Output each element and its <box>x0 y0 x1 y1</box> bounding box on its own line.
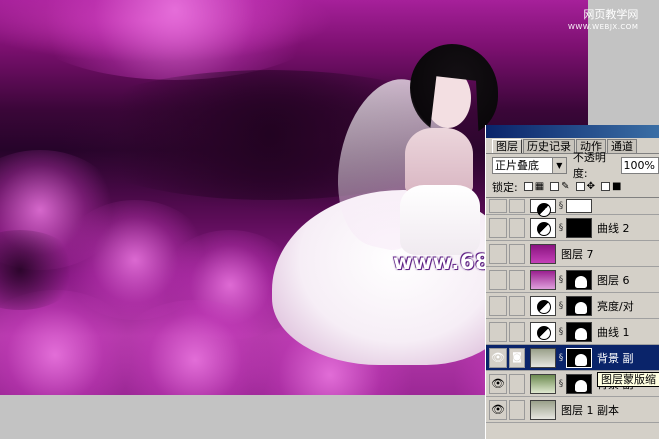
opacity-label: 不透明度: <box>572 151 606 180</box>
site-logo-name: 网页教学网 <box>583 8 639 21</box>
lock-icon: ■ <box>611 181 622 192</box>
layer-row[interactable]: § <box>486 198 659 217</box>
visibility-toggle[interactable] <box>489 295 507 316</box>
mask-edit-icon[interactable]: ◙ <box>509 347 525 368</box>
layer-name: 曲线 1 <box>597 325 630 339</box>
layer-name: 背景 副 <box>597 351 634 365</box>
site-logo: 网页教学网 WWW.WEBJX.COM <box>568 8 638 34</box>
layers-panel: 图层 历史记录 动作 通道 正片叠底 ▼ 不透明度: 100% 锁定: ▦ ✎ … <box>485 125 659 439</box>
chain-icon: § <box>558 201 564 211</box>
visibility-toggle[interactable] <box>489 243 507 264</box>
blend-mode-select[interactable]: 正片叠底 ▼ <box>492 156 567 174</box>
link-toggle[interactable] <box>509 399 525 420</box>
link-toggle[interactable] <box>509 295 525 316</box>
layer-row[interactable]: § 曲线 1 <box>486 319 659 345</box>
panel-titlebar[interactable] <box>486 125 659 138</box>
layer-name: 图层 7 <box>561 247 594 261</box>
layer-thumbnail <box>530 199 556 217</box>
lock-label: 锁定: <box>492 180 518 194</box>
link-toggle[interactable] <box>509 199 525 213</box>
blend-mode-value: 正片叠底 <box>495 159 539 172</box>
tab-layers[interactable]: 图层 <box>492 139 522 153</box>
eye-icon[interactable]: 👁 <box>489 399 507 420</box>
layers-list: § § 曲线 2 图层 7 § 图层 6 § 亮度/对 § 曲线 1 👁 ◙ §… <box>486 198 659 423</box>
brush-icon: ✎ <box>561 181 570 192</box>
layer-thumbnail <box>530 269 556 290</box>
sky-glow <box>10 0 340 80</box>
lock-pixels-checkbox[interactable] <box>550 182 560 191</box>
link-toggle[interactable] <box>509 243 525 264</box>
layer-row[interactable]: § 曲线 2 <box>486 215 659 241</box>
chain-icon: § <box>558 222 564 233</box>
bride-bodice <box>400 185 480 255</box>
tab-history[interactable]: 历史记录 <box>523 139 575 153</box>
layer-mask-thumbnail[interactable] <box>566 321 592 342</box>
layer-mask-thumbnail[interactable] <box>566 269 592 290</box>
visibility-toggle[interactable] <box>489 217 507 238</box>
layer-row[interactable]: § 亮度/对 <box>486 293 659 319</box>
layer-name: 亮度/对 <box>597 299 634 313</box>
layer-name: 曲线 2 <box>597 221 630 235</box>
layer-mask-thumbnail[interactable] <box>566 347 592 368</box>
visibility-toggle[interactable] <box>489 199 507 213</box>
layer-mask-thumbnail[interactable] <box>566 217 592 238</box>
curves-adjustment-icon <box>530 321 556 342</box>
chevron-down-icon[interactable]: ▼ <box>551 157 566 173</box>
layer-name: 图层 1 副本 <box>561 403 619 417</box>
eye-icon[interactable]: 👁 <box>489 347 507 368</box>
opacity-input[interactable]: 100% <box>620 156 659 174</box>
lock-all-checkbox[interactable] <box>600 182 610 191</box>
layer-name: 图层 6 <box>597 273 630 287</box>
layer-mask-thumbnail[interactable] <box>566 199 592 213</box>
link-toggle[interactable] <box>509 217 525 238</box>
link-toggle[interactable] <box>509 269 525 290</box>
checker-icon: ▦ <box>534 181 545 192</box>
layer-thumbnail <box>530 243 556 264</box>
layer-row[interactable]: 图层 7 <box>486 241 659 267</box>
move-icon: ✥ <box>586 181 595 192</box>
eye-icon[interactable]: 👁 <box>489 373 507 394</box>
chain-icon: § <box>558 274 564 285</box>
visibility-toggle[interactable] <box>489 321 507 342</box>
chain-icon: § <box>558 326 564 337</box>
visibility-toggle[interactable] <box>489 269 507 290</box>
lock-transparent-checkbox[interactable] <box>523 182 533 191</box>
blend-controls: 正片叠底 ▼ 不透明度: 100% <box>486 151 659 180</box>
layer-row[interactable]: 👁 图层 1 副本 <box>486 397 659 423</box>
bride-shoulders <box>405 128 473 193</box>
link-toggle[interactable] <box>509 321 525 342</box>
layer-mask-thumbnail[interactable] <box>566 295 592 316</box>
brightness-adjustment-icon <box>530 295 556 316</box>
layer-thumbnail <box>530 399 556 420</box>
chain-icon: § <box>558 300 564 311</box>
layer-row-selected[interactable]: 👁 ◙ § 背景 副 <box>486 345 659 371</box>
layer-mask-thumbnail[interactable] <box>566 373 592 394</box>
lock-position-checkbox[interactable] <box>575 182 585 191</box>
curves-adjustment-icon <box>530 217 556 238</box>
tooltip: 图层蒙版缩 <box>597 372 659 387</box>
layer-thumbnail <box>530 373 556 394</box>
link-toggle[interactable] <box>509 373 525 394</box>
chain-icon: § <box>558 352 564 363</box>
chain-icon: § <box>558 378 564 389</box>
layer-row[interactable]: § 图层 6 <box>486 267 659 293</box>
site-logo-url: WWW.WEBJX.COM <box>568 23 639 31</box>
layer-thumbnail <box>530 347 556 368</box>
